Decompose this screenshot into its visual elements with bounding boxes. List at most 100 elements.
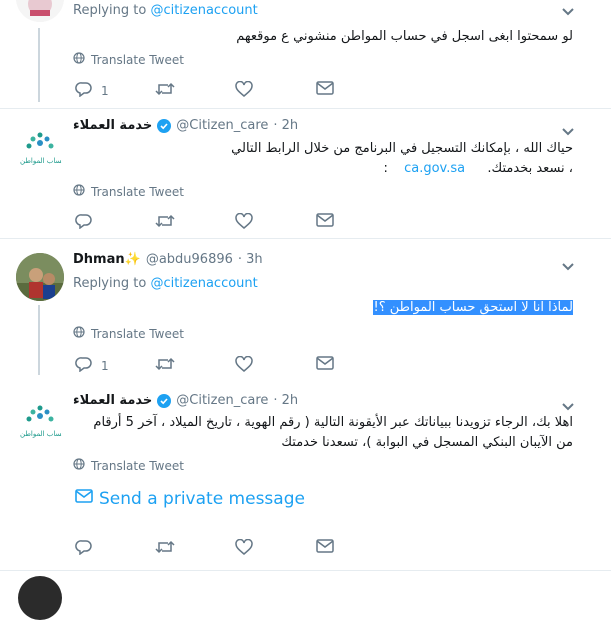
display-name[interactable]: Dhman✨ bbox=[73, 252, 141, 267]
translate-label: Translate Tweet bbox=[91, 326, 184, 341]
avatar[interactable] bbox=[16, 253, 64, 301]
message-icon bbox=[316, 81, 334, 98]
reply-icon bbox=[75, 356, 93, 375]
logo-caption: حساب المواطن bbox=[20, 430, 64, 438]
retweet-button[interactable] bbox=[155, 213, 175, 232]
display-name[interactable]: خدمة العملاء bbox=[73, 118, 152, 133]
chevron-down-icon[interactable] bbox=[561, 122, 577, 136]
chevron-down-icon[interactable] bbox=[561, 257, 577, 271]
tweet-text: حياك الله ، بإمكانك التسجيل في البرنامج … bbox=[231, 141, 573, 156]
message-icon bbox=[316, 539, 334, 556]
send-private-message-button[interactable]: Send a private message bbox=[75, 488, 305, 509]
message-button[interactable] bbox=[316, 81, 334, 98]
replying-to-link[interactable]: @citizenaccount bbox=[150, 276, 257, 291]
retweet-icon bbox=[155, 213, 175, 232]
thread-line bbox=[38, 305, 40, 375]
like-icon bbox=[235, 212, 253, 232]
translate-label: Translate Tweet bbox=[91, 52, 184, 67]
avatar[interactable]: حساب المواطن bbox=[16, 127, 64, 175]
message-button[interactable] bbox=[316, 539, 334, 556]
translate-tweet[interactable]: Translate Tweet bbox=[73, 184, 184, 199]
tweet-actions: 1 bbox=[75, 355, 375, 376]
envelope-icon bbox=[75, 488, 93, 509]
retweet-icon bbox=[155, 356, 175, 375]
reply-button[interactable] bbox=[75, 213, 93, 232]
tweet-text-rest: ، نسعد بخدمتك. bbox=[487, 161, 573, 176]
like-icon bbox=[235, 80, 253, 100]
translate-label: Translate Tweet bbox=[91, 458, 184, 473]
user-handle[interactable]: @Citizen_care bbox=[176, 393, 268, 408]
like-button[interactable] bbox=[235, 355, 253, 375]
display-name[interactable]: خدمة العملاء bbox=[73, 393, 152, 408]
like-icon bbox=[235, 355, 253, 375]
tweet-text: لو سمحتوا ابغى اسجل في حساب المواطن منشو… bbox=[236, 29, 573, 44]
replying-to-link[interactable]: @citizenaccount bbox=[150, 3, 257, 18]
tweet-link[interactable]: ca.gov.sa bbox=[404, 161, 465, 176]
retweet-icon bbox=[155, 81, 175, 100]
reply-icon bbox=[75, 81, 93, 100]
like-button[interactable] bbox=[235, 80, 253, 100]
tweet-header: خدمة العملاء @Citizen_care · 2h bbox=[73, 118, 298, 133]
retweet-icon bbox=[155, 539, 175, 558]
tweet-header: خدمة العملاء @Citizen_care · 2h bbox=[73, 393, 298, 408]
translate-tweet[interactable]: Translate Tweet bbox=[73, 52, 184, 67]
tweet-time[interactable]: · 2h bbox=[273, 393, 298, 408]
like-icon bbox=[235, 538, 253, 558]
logo-caption: حساب المواطن bbox=[20, 157, 64, 165]
tweet-actions bbox=[75, 212, 375, 233]
verified-badge-icon bbox=[157, 118, 172, 133]
tweet-time[interactable]: · 2h bbox=[273, 118, 298, 133]
tweet-text-colon: : bbox=[383, 161, 388, 176]
reply-icon bbox=[75, 213, 93, 232]
citizen-account-logo bbox=[26, 405, 54, 422]
send-private-message-label: Send a private message bbox=[99, 488, 305, 509]
chevron-down-icon[interactable] bbox=[561, 2, 577, 16]
selected-text: لماذا انا لا استحق حساب المواطن ؟! bbox=[373, 300, 573, 315]
user-handle[interactable]: @abdu96896 bbox=[146, 252, 233, 267]
tweet-actions bbox=[75, 538, 375, 559]
citizen-account-logo bbox=[26, 132, 54, 149]
retweet-button[interactable] bbox=[155, 539, 175, 558]
divider bbox=[0, 238, 611, 239]
thread-line bbox=[38, 28, 40, 102]
tweet-text-line2: من الآيبان البنكي المسجل في البوابة )، ت… bbox=[281, 435, 573, 450]
globe-icon bbox=[73, 326, 85, 341]
tweet-actions: 1 bbox=[75, 80, 375, 101]
verified-badge-icon bbox=[157, 393, 172, 408]
tweet-header: Dhman✨ @abdu96896 · 3h bbox=[73, 252, 263, 267]
avatar[interactable] bbox=[16, 0, 64, 22]
replying-to: Replying to @citizenaccount bbox=[73, 276, 258, 291]
message-button[interactable] bbox=[316, 213, 334, 230]
reply-count: 1 bbox=[101, 83, 109, 98]
globe-icon bbox=[73, 52, 85, 67]
divider bbox=[0, 570, 611, 571]
reply-button[interactable] bbox=[75, 539, 93, 558]
avatar-image bbox=[16, 253, 64, 301]
avatar[interactable]: حساب المواطن bbox=[16, 400, 64, 448]
globe-icon bbox=[73, 184, 85, 199]
message-button[interactable] bbox=[316, 356, 334, 373]
globe-icon bbox=[73, 458, 85, 473]
reply-button[interactable]: 1 bbox=[75, 356, 109, 375]
tweet-time[interactable]: · 3h bbox=[238, 252, 263, 267]
message-icon bbox=[316, 213, 334, 230]
like-button[interactable] bbox=[235, 212, 253, 232]
like-button[interactable] bbox=[235, 538, 253, 558]
tweet-text-line2: ، نسعد بخدمتك. ca.gov.sa : bbox=[383, 159, 573, 179]
translate-label: Translate Tweet bbox=[91, 184, 184, 199]
translate-tweet[interactable]: Translate Tweet bbox=[73, 326, 184, 341]
reply-icon bbox=[75, 539, 93, 558]
reply-count: 1 bbox=[101, 358, 109, 373]
replying-to: Replying to @citizenaccount bbox=[73, 3, 258, 18]
chevron-down-icon[interactable] bbox=[561, 397, 577, 411]
retweet-button[interactable] bbox=[155, 356, 175, 375]
message-icon bbox=[316, 356, 334, 373]
reply-button[interactable]: 1 bbox=[75, 81, 109, 100]
tweet-text: اهلا بك، الرجاء تزويدنا ببياناتك عبر الأ… bbox=[93, 415, 573, 430]
retweet-button[interactable] bbox=[155, 81, 175, 100]
avatar-image bbox=[16, 0, 64, 22]
divider bbox=[0, 108, 611, 109]
user-handle[interactable]: @Citizen_care bbox=[176, 118, 268, 133]
translate-tweet[interactable]: Translate Tweet bbox=[73, 458, 184, 473]
tweet-text: لماذا انا لا استحق حساب المواطن ؟! bbox=[373, 298, 573, 318]
